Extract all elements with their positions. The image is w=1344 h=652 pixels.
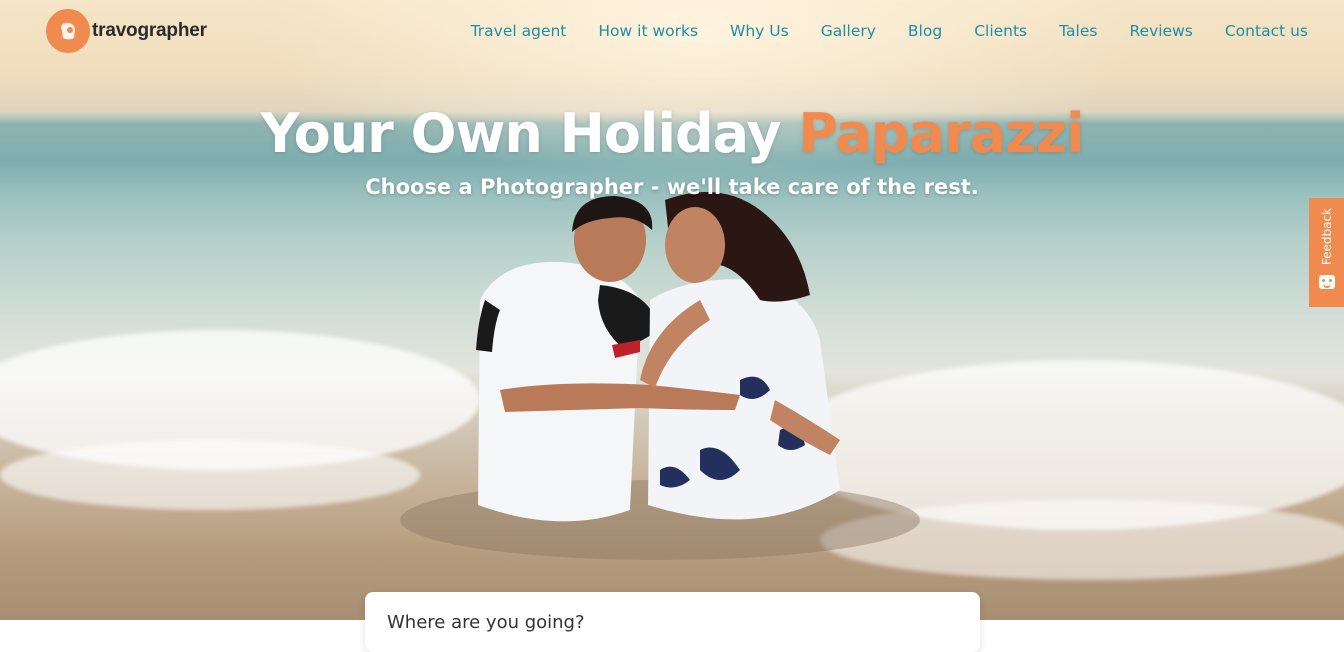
nav-travel-agent[interactable]: Travel agent	[471, 22, 567, 40]
search-card-label: Where are you going?	[387, 612, 585, 633]
hero-background	[0, 0, 1344, 620]
search-card[interactable]: Where are you going?	[365, 592, 980, 652]
nav-blog[interactable]: Blog	[908, 22, 942, 40]
smiley-icon	[1318, 275, 1335, 290]
nav-how-it-works[interactable]: How it works	[598, 22, 698, 40]
brand-name: travographer	[92, 20, 207, 41]
nav-why-us[interactable]: Why Us	[730, 22, 789, 40]
hero-headline: Your Own Holiday Paparazzi	[0, 102, 1344, 165]
logo-camera-icon	[46, 9, 90, 53]
feedback-tab[interactable]: Feedback	[1309, 198, 1344, 307]
feedback-label: Feedback	[1319, 208, 1334, 266]
logo[interactable]: travographer	[46, 9, 207, 53]
nav-contact-us[interactable]: Contact us	[1225, 22, 1308, 40]
site-header: travographer Travel agent How it works W…	[0, 0, 1344, 64]
couple-illustration	[400, 192, 920, 560]
nav-gallery[interactable]: Gallery	[821, 22, 876, 40]
nav-clients[interactable]: Clients	[974, 22, 1027, 40]
hero-subheadline: Choose a Photographer - we'll take care …	[365, 175, 979, 199]
headline-accent: Paparazzi	[798, 102, 1084, 165]
main-nav: Travel agent How it works Why Us Gallery…	[439, 22, 1308, 40]
headline-main: Your Own Holiday	[260, 102, 781, 165]
nav-reviews[interactable]: Reviews	[1129, 22, 1192, 40]
nav-tales[interactable]: Tales	[1059, 22, 1097, 40]
